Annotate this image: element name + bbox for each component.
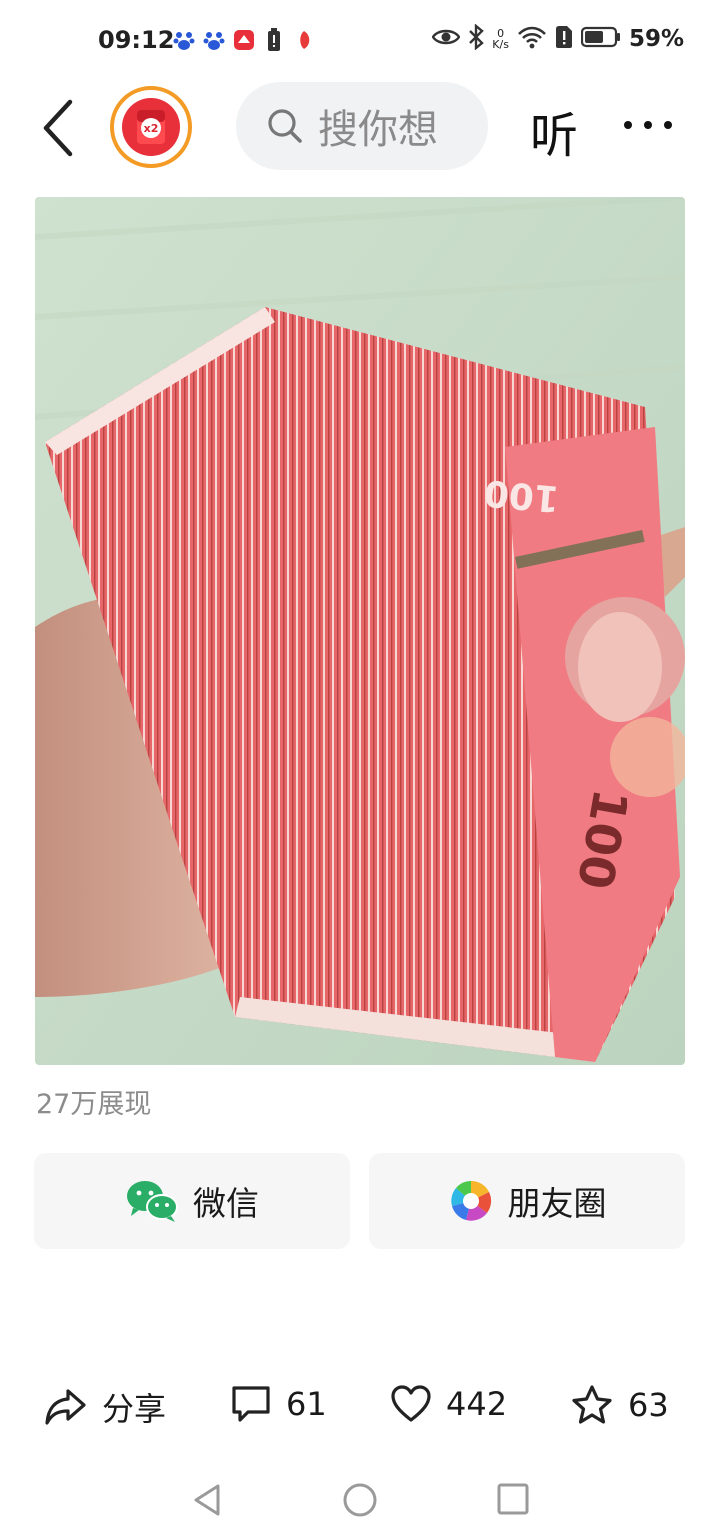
battery-alert-icon	[262, 28, 286, 52]
heart-icon	[391, 1385, 431, 1422]
more-dot	[624, 121, 632, 129]
banknote-stack-image: 100 100	[35, 197, 685, 1065]
baidu-paw-icon	[172, 28, 196, 52]
share-moments-label: 朋友圈	[507, 1184, 607, 1223]
chevron-left-icon	[43, 99, 73, 157]
like-count: 442	[446, 1385, 508, 1423]
app-logo-icon	[232, 28, 256, 52]
more-dot	[644, 121, 652, 129]
nav-recents-button[interactable]	[496, 1482, 530, 1520]
share-moments-button[interactable]: 朋友圈	[369, 1153, 685, 1249]
circle-home-icon	[343, 1483, 377, 1517]
more-button[interactable]	[624, 110, 680, 140]
view-count: 27万展现	[36, 1089, 152, 1120]
square-recents-icon	[497, 1483, 529, 1515]
avatar-badge-label: x2	[144, 122, 159, 135]
notification-icons	[172, 28, 316, 52]
back-button[interactable]	[38, 98, 78, 158]
eye-icon	[431, 27, 461, 51]
comment-icon	[232, 1386, 270, 1422]
share-arrow-icon	[45, 1389, 86, 1425]
status-bar: 09:12 0 K/s 59%	[0, 0, 720, 82]
post-photo[interactable]: 100 100	[35, 197, 685, 1065]
star-icon	[572, 1385, 612, 1424]
red-packet-icon: x2	[137, 110, 165, 144]
svg-text:100: 100	[482, 471, 560, 518]
share-action[interactable]: 分享	[44, 1384, 166, 1430]
more-dot	[664, 121, 672, 129]
system-status: 0 K/s 59%	[431, 23, 684, 54]
listen-button[interactable]: 听	[530, 96, 578, 166]
status-time: 09:12	[98, 26, 175, 54]
baidu-paw-icon	[202, 28, 226, 52]
like-action[interactable]: 442	[390, 1384, 507, 1424]
share-wechat-button[interactable]: 微信	[34, 1153, 350, 1249]
battery-icon	[580, 26, 621, 52]
wifi-icon	[517, 25, 547, 53]
system-nav-bar	[0, 1460, 720, 1540]
search-box[interactable]: 搜你想	[236, 82, 488, 170]
favorite-count: 63	[628, 1386, 669, 1424]
comment-action[interactable]: 61	[230, 1384, 327, 1424]
search-icon	[268, 109, 302, 143]
search-placeholder: 搜你想	[318, 107, 438, 153]
nav-back-button[interactable]	[190, 1482, 224, 1522]
moments-aperture-icon	[450, 1180, 491, 1221]
share-action-label: 分享	[102, 1390, 167, 1428]
red-petal-icon	[292, 28, 316, 52]
battery-percent: 59%	[628, 26, 684, 52]
wechat-icon	[127, 1181, 178, 1222]
bluetooth-icon	[468, 23, 485, 54]
red-packet-avatar[interactable]: x2	[110, 86, 192, 168]
share-wechat-label: 微信	[193, 1184, 259, 1223]
comment-count: 61	[286, 1385, 327, 1423]
sim-alert-icon	[555, 25, 573, 53]
nav-home-button[interactable]	[342, 1482, 378, 1522]
action-bar: 分享 61 442 63	[0, 1370, 720, 1450]
net-speed: 0 K/s	[492, 27, 509, 51]
favorite-action[interactable]: 63	[570, 1384, 669, 1426]
triangle-back-icon	[194, 1484, 220, 1516]
